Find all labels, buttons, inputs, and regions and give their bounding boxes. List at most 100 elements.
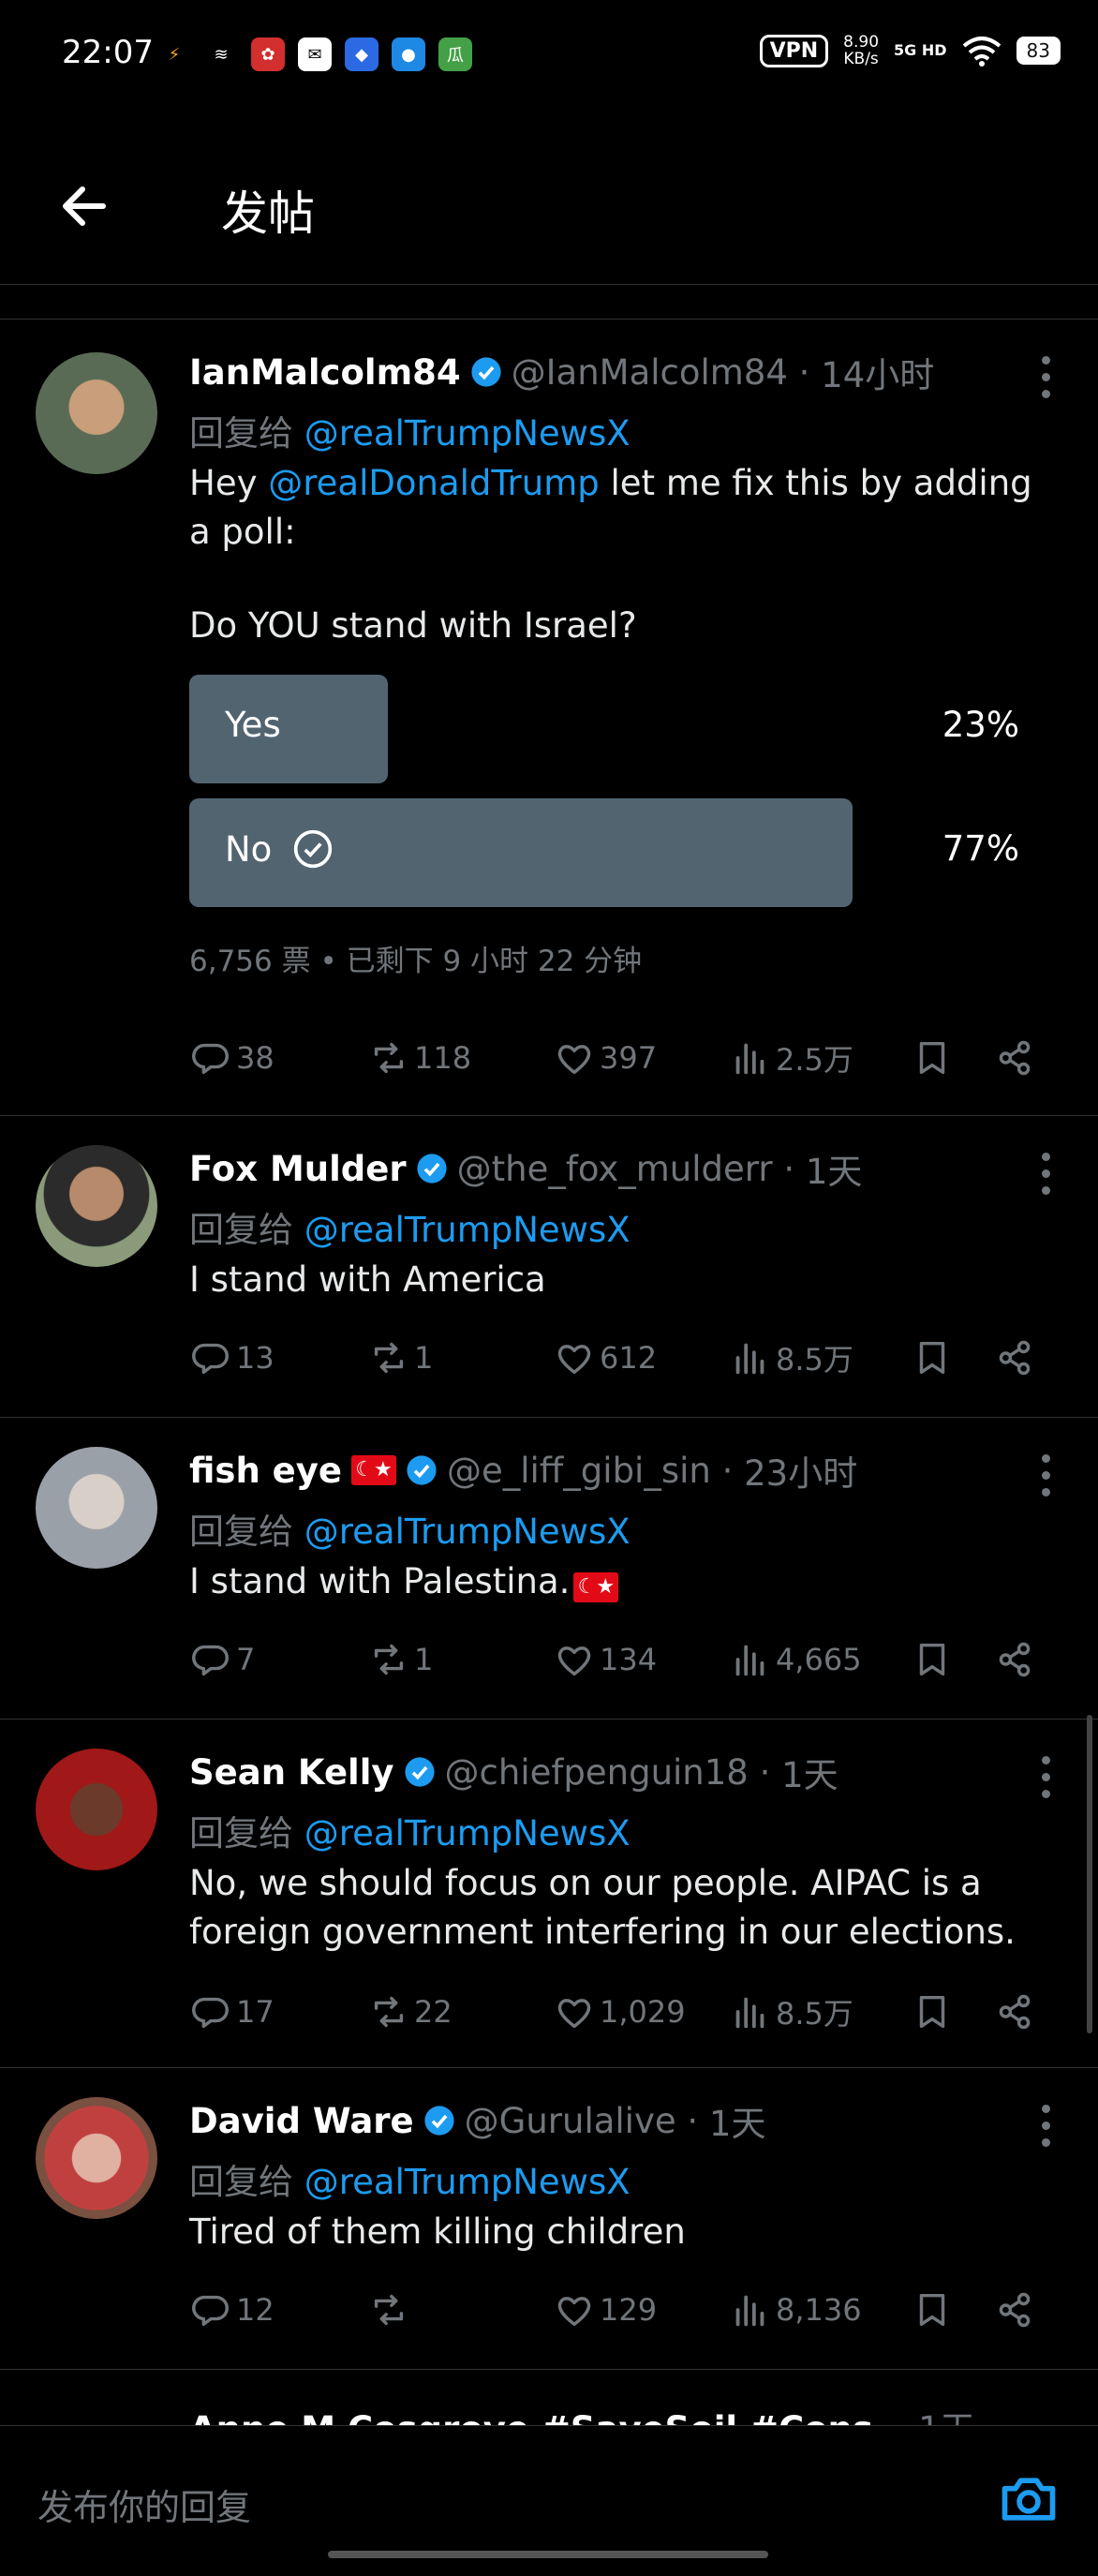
author-name[interactable]: IanMalcolm84 bbox=[189, 352, 461, 393]
like-button[interactable]: 612 bbox=[553, 1336, 657, 1379]
like-button[interactable]: 1,029 bbox=[553, 1990, 686, 2033]
author-name[interactable]: fish eye bbox=[189, 1451, 342, 1491]
reply-button[interactable]: 7 bbox=[189, 1638, 255, 1681]
author-name[interactable]: Sean Kelly bbox=[189, 1752, 394, 1793]
divider bbox=[0, 1115, 1098, 1116]
verified-badge-icon bbox=[471, 357, 501, 387]
tweet-time: 14小时 bbox=[821, 355, 935, 395]
reply-to-link[interactable]: @realTrumpNewsX bbox=[304, 1813, 631, 1854]
author-handle[interactable]: @e_liff_gibi_sin bbox=[447, 1451, 711, 1491]
avatar[interactable] bbox=[36, 2097, 157, 2219]
like-button[interactable]: 397 bbox=[553, 1036, 657, 1080]
share-icon bbox=[999, 1040, 1031, 1076]
reply-to-link[interactable]: @realTrumpNewsX bbox=[304, 2162, 631, 2202]
bookmark-icon bbox=[919, 1341, 945, 1375]
reply-button[interactable]: 13 bbox=[189, 1336, 274, 1379]
author-handle[interactable]: @the_fox_mulderr bbox=[457, 1149, 773, 1189]
reply-icon bbox=[192, 1043, 229, 1075]
retweet-button[interactable]: 1 bbox=[367, 1336, 433, 1379]
divider bbox=[0, 2067, 1098, 2068]
likes-count: 1,029 bbox=[600, 1994, 686, 2030]
share-button[interactable] bbox=[993, 1638, 1040, 1681]
reply-context: 回复给 @realTrumpNewsX bbox=[189, 1813, 631, 1854]
retweets-count: 118 bbox=[414, 1040, 472, 1076]
author-name[interactable]: Fox Mulder bbox=[189, 1149, 407, 1189]
retweet-button[interactable] bbox=[367, 2288, 414, 2331]
views-button[interactable]: 8.5万 bbox=[729, 1336, 853, 1379]
reply-context: 回复给 @realTrumpNewsX bbox=[189, 2162, 631, 2202]
scrollbar[interactable] bbox=[1087, 1715, 1092, 2033]
avatar[interactable] bbox=[36, 1145, 157, 1267]
views-button[interactable]: 4,665 bbox=[729, 1638, 862, 1681]
verified-badge-icon bbox=[404, 1757, 435, 1787]
tweet-header: David Ware @Gurulalive · 1天 bbox=[189, 2095, 765, 2146]
tweet-actions: 17 22 1,029 8.5万 bbox=[189, 1990, 1051, 2047]
retweet-button[interactable]: 1 bbox=[367, 1638, 433, 1681]
bookmark-button[interactable] bbox=[911, 2288, 957, 2331]
author-handle[interactable]: @Gurulalive bbox=[465, 2101, 676, 2141]
bookmark-button[interactable] bbox=[911, 1638, 957, 1681]
back-arrow-icon[interactable] bbox=[56, 178, 112, 234]
views-button[interactable]: 8.5万 bbox=[729, 1990, 853, 2033]
reply-to-link[interactable]: @realTrumpNewsX bbox=[304, 1511, 631, 1552]
bookmark-button[interactable] bbox=[911, 1336, 957, 1379]
share-icon bbox=[999, 1340, 1031, 1376]
camera-icon[interactable] bbox=[997, 2467, 1061, 2531]
views-icon bbox=[735, 2295, 764, 2327]
more-options-icon[interactable] bbox=[1042, 1454, 1053, 1497]
reply-to-link[interactable]: @realTrumpNewsX bbox=[304, 413, 631, 454]
wifi-icon bbox=[962, 37, 1001, 67]
more-options-icon[interactable] bbox=[1042, 356, 1053, 399]
views-count: 8,136 bbox=[776, 2292, 862, 2328]
avatar[interactable] bbox=[36, 1749, 157, 1870]
vpn-indicator: VPN bbox=[759, 34, 829, 67]
share-icon bbox=[999, 1642, 1031, 1677]
like-button[interactable]: 134 bbox=[553, 1638, 657, 1681]
tweet-header: Fox Mulder @the_fox_mulderr · 1天 bbox=[189, 1143, 862, 1194]
reply-button[interactable]: 12 bbox=[189, 2288, 274, 2331]
avatar[interactable] bbox=[36, 352, 157, 474]
mention-link[interactable]: @realDonaldTrump bbox=[268, 463, 600, 503]
views-icon bbox=[735, 1645, 764, 1676]
views-button[interactable]: 8,136 bbox=[729, 2288, 862, 2331]
retweet-button[interactable]: 22 bbox=[367, 1990, 453, 2033]
reply-icon bbox=[192, 1645, 229, 1676]
reply-button[interactable]: 17 bbox=[189, 1990, 274, 2033]
share-button[interactable] bbox=[993, 1990, 1040, 2033]
replies-count: 38 bbox=[236, 1040, 274, 1076]
more-options-icon[interactable] bbox=[1042, 2105, 1053, 2148]
heart-icon bbox=[557, 1345, 591, 1375]
bookmark-button[interactable] bbox=[911, 1990, 957, 2033]
reply-to-link[interactable]: @realTrumpNewsX bbox=[304, 1210, 631, 1250]
more-options-icon[interactable] bbox=[1042, 1756, 1053, 1799]
like-button[interactable]: 129 bbox=[553, 2288, 657, 2331]
share-icon bbox=[999, 2292, 1031, 2328]
retweet-icon bbox=[374, 1042, 404, 1074]
author-name[interactable]: David Ware bbox=[189, 2101, 414, 2141]
author-handle[interactable]: @IanMalcolm84 bbox=[512, 352, 788, 393]
reply-button[interactable]: 38 bbox=[189, 1036, 274, 1080]
tweet-time: 1天 bbox=[708, 2104, 766, 2144]
tweet-text: I stand with Palestina. ☾★ bbox=[189, 1557, 1051, 1606]
more-options-icon[interactable] bbox=[1042, 1153, 1053, 1196]
bookmark-button[interactable] bbox=[911, 1036, 957, 1080]
check-circle-icon bbox=[294, 829, 333, 869]
reply-input[interactable]: 发布你的回复 bbox=[37, 2479, 251, 2530]
share-button[interactable] bbox=[993, 1336, 1040, 1379]
author-handle[interactable]: @chiefpenguin18 bbox=[445, 1752, 749, 1793]
avatar[interactable] bbox=[36, 1447, 157, 1569]
share-button[interactable] bbox=[993, 2288, 1040, 2331]
verified-badge-icon bbox=[424, 2106, 454, 2136]
home-indicator[interactable] bbox=[328, 2551, 768, 2558]
retweet-button[interactable]: 118 bbox=[367, 1036, 471, 1080]
retweet-icon bbox=[374, 1996, 404, 2028]
tweet-header: IanMalcolm84 @IanMalcolm84 · 14小时 bbox=[189, 347, 934, 397]
poll-option-yes-bar[interactable] bbox=[189, 675, 388, 783]
replies-count: 17 bbox=[236, 1994, 274, 2030]
turkey-flag-icon: ☾★ bbox=[350, 1455, 396, 1485]
share-button[interactable] bbox=[993, 1036, 1040, 1080]
views-button[interactable]: 2.5万 bbox=[729, 1036, 853, 1080]
divider bbox=[0, 2369, 1098, 2370]
app-notification-icon: ⚡ bbox=[168, 44, 181, 65]
tweet-actions: 13 1 612 8.5万 bbox=[189, 1336, 1051, 1392]
